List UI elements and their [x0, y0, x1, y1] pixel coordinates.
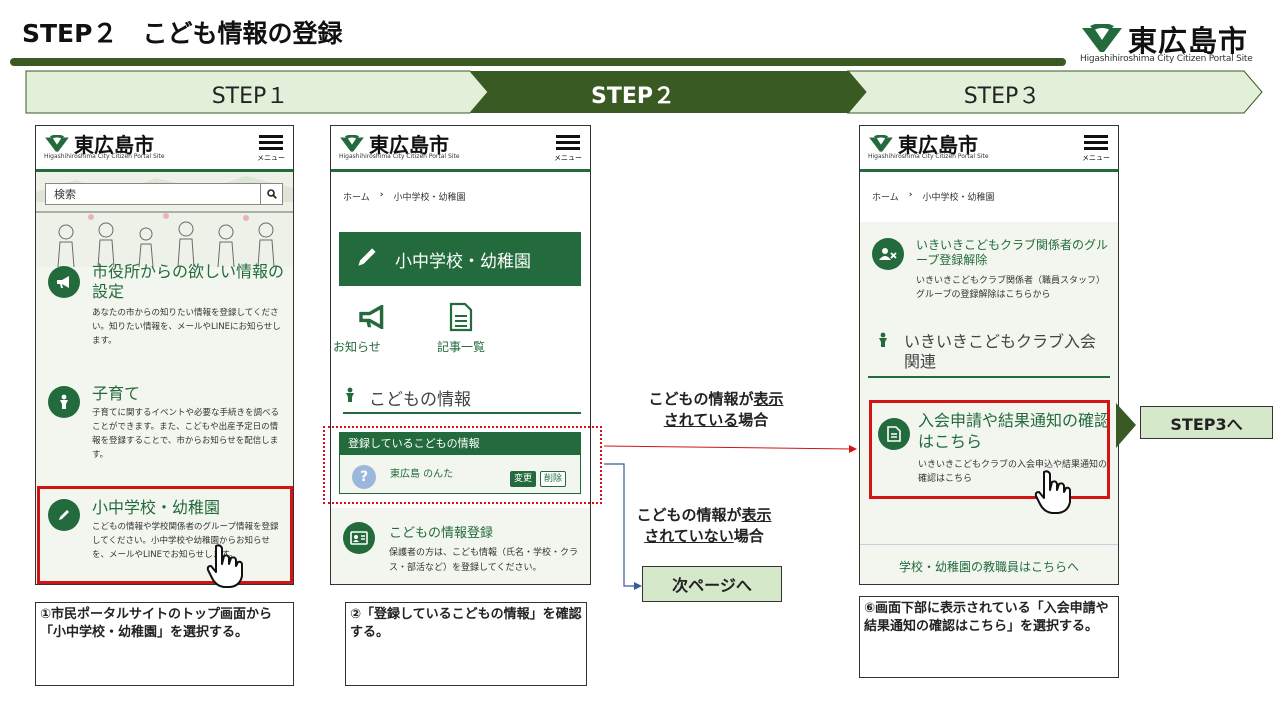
- note-step6: ⑥画面下部に表示されている「入会申請や結果通知の確認はこちら」を選択する。: [859, 596, 1119, 678]
- callout-shown: こどもの情報が表示 されている場合: [648, 390, 784, 429]
- next-page-button[interactable]: 次ページへ: [642, 566, 782, 602]
- note-step2: ②「登録しているこどもの情報」を確認する。: [345, 602, 587, 686]
- to-step3-button[interactable]: STEP3へ: [1140, 406, 1273, 439]
- callout-not-shown: こどもの情報が表示 されていない場合: [636, 506, 772, 545]
- note-step1: ①市民ポータルサイトのトップ画面から「小中学校・幼稚園」を選択する。: [35, 602, 294, 686]
